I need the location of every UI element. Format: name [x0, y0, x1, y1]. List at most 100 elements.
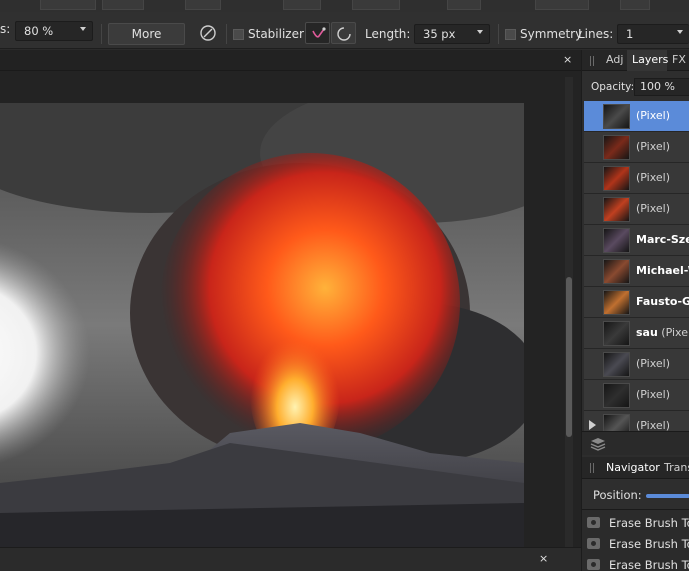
tool-icon-group[interactable] — [40, 0, 96, 10]
opacity-label: s: — [0, 22, 11, 36]
lines-label: Lines: — [578, 27, 614, 41]
layer-thumbnail — [603, 135, 630, 160]
layer-name: (Pixel) — [636, 202, 671, 215]
length-dropdown[interactable]: 35 px — [414, 24, 490, 44]
tab-adjustments[interactable]: Adj — [606, 53, 623, 66]
panel-grip-icon[interactable] — [590, 56, 594, 66]
layer-name: (Pixel) — [636, 109, 671, 122]
layer-row[interactable]: (Pixel) — [584, 411, 689, 431]
navigator-panel: Position: — [582, 479, 689, 509]
layer-name-bold: Marc-Sze — [636, 233, 689, 246]
camera-icon — [587, 517, 600, 528]
layer-name-bold: Michael-W — [636, 264, 689, 277]
panel-grip-icon[interactable] — [590, 463, 594, 473]
layer-row[interactable]: sau (Pixel) — [584, 318, 689, 349]
history-item-label: Erase Brush Tool — [609, 516, 689, 530]
tab-transform[interactable]: Trans — [664, 461, 689, 474]
canvas-vertical-scrollbar[interactable] — [565, 77, 573, 547]
opacity-label: Opacity: — [591, 81, 635, 93]
symmetry-label: Symmetry — [520, 27, 583, 41]
stabilizer-label: Stabilizer — [248, 27, 304, 41]
lines-dropdown[interactable]: 1 — [617, 24, 689, 44]
layer-row[interactable]: Michael-W — [584, 256, 689, 287]
document-tab-bar: × — [0, 50, 581, 71]
tool-icon-group[interactable] — [535, 0, 589, 10]
symmetry-checkbox[interactable] — [505, 29, 516, 40]
history-item-label: Erase Brush Tool — [609, 537, 689, 551]
layer-row[interactable]: (Pixel) — [584, 163, 689, 194]
layer-thumbnail — [603, 414, 630, 431]
layer-name: (Pixel) — [636, 388, 671, 401]
layer-name: (Pixel) — [636, 171, 671, 184]
layers-footer — [582, 431, 689, 455]
right-studio-panel: Adj Layers FX Opacity: 100 % (Pixel) (Pix… — [581, 50, 689, 571]
more-button[interactable]: More — [108, 23, 185, 45]
brush-tool-icon[interactable] — [352, 0, 400, 10]
layer-opacity-row: Opacity: 100 % — [582, 71, 689, 101]
layer-thumbnail — [603, 290, 630, 315]
window-mode-icon[interactable] — [331, 22, 356, 44]
history-item[interactable]: Erase Brush Tool — [582, 534, 689, 556]
separator — [101, 24, 102, 44]
layers-list: (Pixel) (Pixel) (Pixel) (Pixel) Marc-Sze Mich… — [584, 101, 689, 431]
layer-name: sau (Pixel) — [636, 326, 689, 339]
layer-name: Michael-W — [636, 264, 689, 277]
chevron-down-icon — [80, 27, 86, 31]
layer-thumbnail — [603, 197, 630, 222]
camera-icon — [587, 538, 600, 549]
layer-thumbnail — [603, 104, 630, 129]
layer-name: Marc-Sze — [636, 233, 689, 246]
close-document-icon[interactable]: × — [563, 53, 572, 66]
canvas-area[interactable] — [0, 71, 581, 547]
context-toolbar: s: 80 % More Stabilizer Length: 35 px Sy… — [0, 12, 689, 49]
opacity-dropdown[interactable]: 80 % — [15, 21, 93, 41]
history-item[interactable]: Erase Brush Tool — [582, 555, 689, 571]
opacity-value: 80 % — [24, 24, 54, 38]
separator — [226, 24, 227, 44]
tab-layers[interactable]: Layers — [632, 53, 668, 66]
position-slider[interactable] — [646, 494, 689, 498]
layer-thumbnail — [603, 166, 630, 191]
history-list: Erase Brush Tool Erase Brush Tool Erase Br… — [582, 509, 689, 571]
layer-row[interactable]: (Pixel) — [584, 380, 689, 411]
tool-icon[interactable] — [185, 0, 221, 10]
tab-navigator[interactable]: Navigator — [606, 461, 660, 474]
volcano-artwork[interactable] — [0, 103, 524, 547]
camera-icon — [587, 559, 600, 570]
layer-row[interactable]: (Pixel) — [584, 349, 689, 380]
stabilizer-checkbox[interactable] — [233, 29, 244, 40]
close-icon[interactable]: × — [539, 552, 548, 565]
tab-effects[interactable]: FX — [672, 53, 686, 66]
chevron-down-icon — [677, 30, 683, 34]
layer-name: (Pixel) — [636, 419, 671, 431]
navigator-tab-bar: Navigator Trans — [582, 457, 689, 479]
layer-opacity-field[interactable]: 100 % — [634, 78, 689, 96]
layer-row[interactable]: Marc-Sze — [584, 225, 689, 256]
main-toolbar-strip — [0, 0, 689, 12]
layer-name: (Pixel) — [636, 140, 671, 153]
layer-row[interactable]: (Pixel) — [584, 101, 689, 132]
layer-name: (Pixel) — [636, 357, 671, 370]
scrollbar-thumb[interactable] — [566, 277, 572, 437]
brush-settings-icon[interactable] — [195, 22, 220, 44]
history-item[interactable]: Erase Brush Tool — [582, 513, 689, 535]
lines-value: 1 — [626, 27, 634, 41]
tool-icon[interactable] — [447, 0, 481, 10]
layer-thumbnail — [603, 321, 630, 346]
tool-icon-group[interactable] — [102, 0, 144, 10]
tool-icon[interactable] — [283, 0, 321, 10]
layer-name-bold: sau — [636, 326, 658, 339]
status-bar: × — [0, 547, 581, 571]
layer-thumbnail — [603, 259, 630, 284]
tool-icon[interactable] — [620, 0, 650, 10]
layer-row[interactable]: (Pixel) — [584, 132, 689, 163]
layer-row[interactable]: (Pixel) — [584, 194, 689, 225]
layer-name-bold: Fausto-Ga — [636, 295, 689, 308]
rope-mode-icon[interactable] — [305, 22, 330, 44]
layers-stack-icon[interactable] — [589, 435, 607, 453]
chevron-down-icon — [477, 30, 483, 34]
length-label: Length: — [365, 27, 411, 41]
expand-triangle-icon[interactable] — [589, 420, 596, 430]
layer-row[interactable]: Fausto-Ga — [584, 287, 689, 318]
history-item-label: Erase Brush Tool — [609, 558, 689, 571]
